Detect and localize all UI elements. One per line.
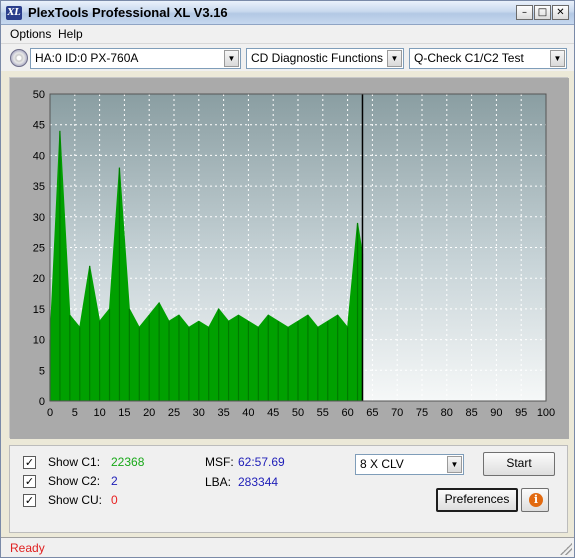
app-logo-icon: XL [6, 6, 22, 20]
chevron-down-icon[interactable]: ▼ [387, 50, 402, 67]
info-icon: i [529, 493, 543, 507]
c2-count: 2 [111, 474, 118, 488]
chart-panel: 0 5 10 15 20 25 30 35 40 45 50 0 5 10 15 20 25 30 35 40 45 50… [9, 77, 569, 439]
menu-bar: Options Help [1, 25, 574, 43]
x-tick-label: 30 [193, 407, 205, 419]
y-tick-label: 0 [39, 396, 45, 408]
x-tick-label: 20 [143, 407, 155, 419]
toolbar: HA:0 ID:0 PX-760A ▼ CD Diagnostic Functi… [1, 43, 574, 71]
test-select-value: Q-Check C1/C2 Test [414, 51, 524, 65]
main-window: XL PlexTools Professional XL V3.16 – □ ✕… [0, 0, 575, 558]
c1-count: 22368 [111, 455, 145, 469]
title-bar[interactable]: XL PlexTools Professional XL V3.16 – □ ✕ [1, 1, 574, 25]
resize-grip-icon[interactable] [560, 543, 572, 555]
speed-select[interactable]: 8 X CLV ▼ [355, 454, 464, 475]
x-tick-label: 10 [93, 407, 105, 419]
x-tick-label: 90 [490, 407, 502, 419]
minimize-button[interactable]: – [516, 5, 533, 20]
x-tick-label: 70 [391, 407, 403, 419]
x-tick-label: 75 [416, 407, 428, 419]
show-c1-label: Show C1: [48, 455, 101, 469]
show-cu-checkbox[interactable]: ✓ [23, 494, 36, 507]
drive-select-value: HA:0 ID:0 PX-760A [35, 51, 139, 65]
close-button[interactable]: ✕ [552, 5, 569, 20]
y-tick-label: 45 [33, 120, 45, 132]
show-c2-label: Show C2: [48, 474, 101, 488]
y-tick-label: 5 [39, 365, 45, 377]
x-tick-label: 100 [537, 407, 555, 419]
menu-help[interactable]: Help [58, 27, 83, 41]
y-tick-label: 20 [33, 273, 45, 285]
maximize-button[interactable]: □ [534, 5, 551, 20]
y-tick-label: 25 [33, 243, 45, 255]
show-c1-checkbox[interactable]: ✓ [23, 456, 36, 469]
x-tick-label: 40 [242, 407, 254, 419]
status-bar: Ready [1, 537, 574, 557]
c1-c2-chart: 0 5 10 15 20 25 30 35 40 45 50 0 5 10 15 20 25 30 35 40 45 50… [10, 78, 569, 439]
msf-value: 62:57.69 [238, 455, 285, 469]
chevron-down-icon[interactable]: ▼ [224, 50, 239, 67]
cu-count: 0 [111, 493, 118, 507]
x-tick-label: 15 [118, 407, 130, 419]
y-tick-label: 15 [33, 304, 45, 316]
info-button[interactable]: i [521, 488, 549, 512]
x-tick-label: 25 [168, 407, 180, 419]
menu-options[interactable]: Options [10, 27, 51, 41]
lba-label: LBA: [205, 475, 232, 489]
x-tick-label: 60 [341, 407, 353, 419]
x-tick-label: 65 [366, 407, 378, 419]
y-tick-label: 30 [33, 212, 45, 224]
msf-label: MSF: [205, 455, 234, 469]
x-tick-label: 35 [217, 407, 229, 419]
function-select[interactable]: CD Diagnostic Functions ▼ [246, 48, 404, 69]
lba-value: 283344 [238, 475, 279, 489]
drive-select[interactable]: HA:0 ID:0 PX-760A ▼ [30, 48, 241, 69]
x-tick-label: 45 [267, 407, 279, 419]
show-cu-label: Show CU: [48, 493, 103, 507]
start-button[interactable]: Start [483, 452, 555, 476]
x-tick-label: 50 [292, 407, 304, 419]
test-select[interactable]: Q-Check C1/C2 Test ▼ [409, 48, 567, 69]
x-tick-label: 5 [72, 407, 78, 419]
y-tick-label: 35 [33, 181, 45, 193]
chevron-down-icon[interactable]: ▼ [447, 456, 462, 473]
show-c2-checkbox[interactable]: ✓ [23, 475, 36, 488]
x-tick-label: 95 [515, 407, 527, 419]
x-tick-label: 55 [317, 407, 329, 419]
chevron-down-icon[interactable]: ▼ [550, 50, 565, 67]
function-select-value: CD Diagnostic Functions [251, 51, 384, 65]
preferences-button[interactable]: Preferences [436, 488, 518, 512]
y-tick-label: 40 [33, 150, 45, 162]
status-text: Ready [10, 541, 45, 555]
window-title: PlexTools Professional XL V3.16 [28, 5, 228, 20]
y-tick-label: 10 [33, 335, 45, 347]
speed-select-value: 8 X CLV [360, 457, 404, 471]
x-tick-label: 85 [465, 407, 477, 419]
x-tick-label: 80 [441, 407, 453, 419]
cd-drive-icon [10, 49, 28, 67]
y-tick-label: 50 [33, 89, 45, 101]
x-tick-label: 0 [47, 407, 53, 419]
